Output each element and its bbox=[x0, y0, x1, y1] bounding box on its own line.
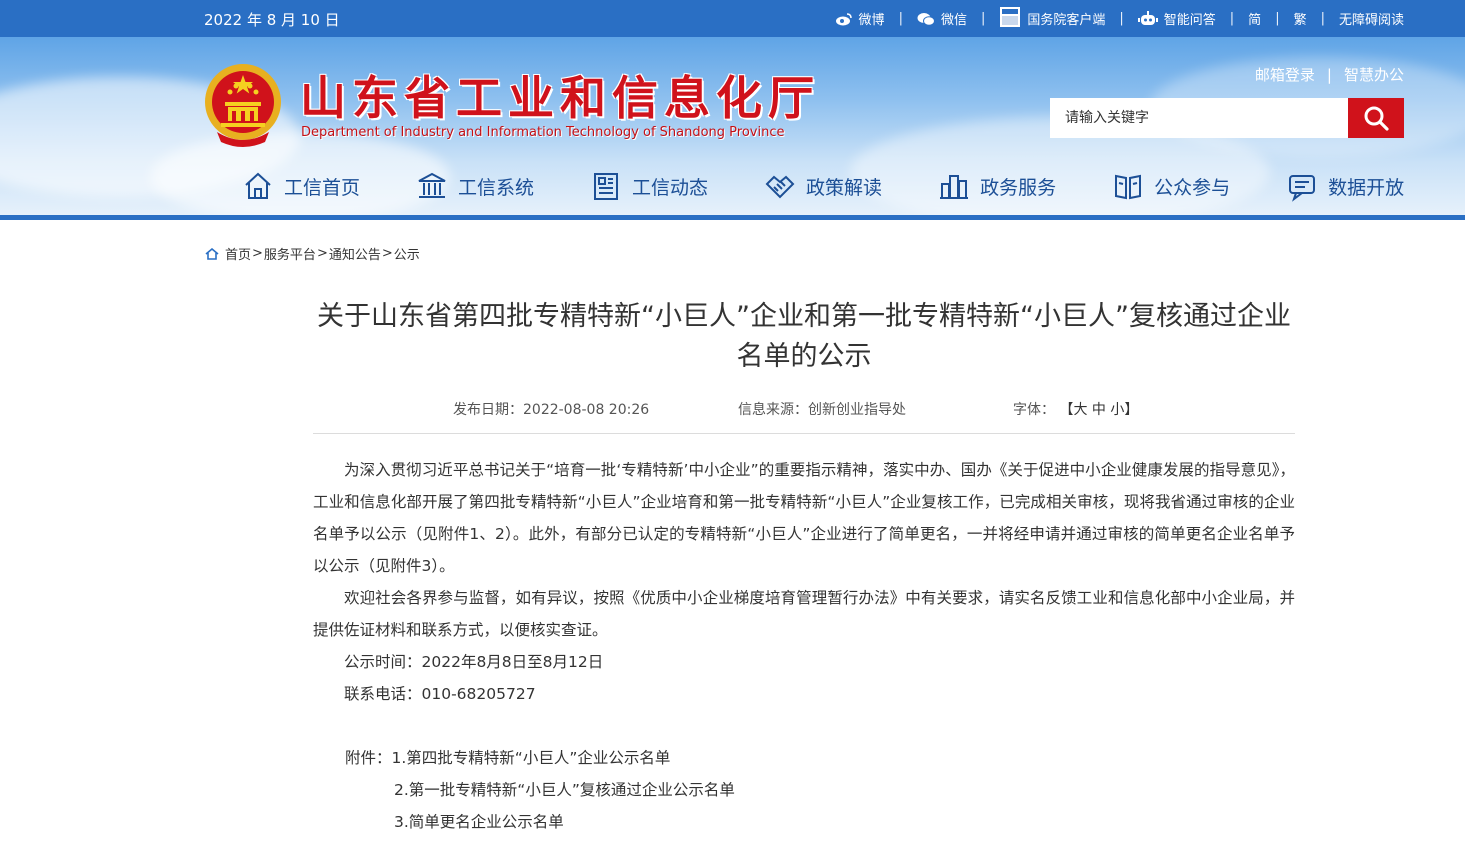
search-button[interactable] bbox=[1348, 98, 1404, 138]
traditional-link[interactable]: 繁 bbox=[1294, 9, 1307, 28]
info-source-value: 创新创业指导处 bbox=[808, 402, 906, 418]
smart-qa-label: 智能问答 bbox=[1163, 13, 1216, 28]
article-body: 为深入贯彻习近平总书记关于“培育一批‘专精特新’中小企业”的重要指示精神，落实中… bbox=[313, 454, 1295, 838]
attachment-row-1: 附件：1.第四批专精特新“小巨人”企业公示名单 bbox=[313, 742, 1295, 774]
font-small-button[interactable]: 小 bbox=[1110, 402, 1124, 418]
wechat-icon bbox=[917, 12, 935, 26]
home-icon bbox=[245, 172, 271, 199]
nav-item-system[interactable]: 工信系统 bbox=[416, 170, 534, 202]
weibo-label: 微博 bbox=[858, 13, 885, 28]
wechat-link[interactable]: 微信 bbox=[917, 9, 967, 28]
font-large-button[interactable]: 大 bbox=[1073, 402, 1087, 418]
attachment-link-1[interactable]: 1.第四批专精特新“小巨人”企业公示名单 bbox=[392, 749, 671, 767]
top-links: 微博 | 微信 | 国务院客户端 | 智能问答 | 简 | 繁 | 无障碍阅读 bbox=[835, 6, 1404, 28]
search-input[interactable] bbox=[1050, 98, 1348, 138]
search-icon bbox=[1364, 106, 1389, 131]
gov-client-label: 国务院客户端 bbox=[1027, 13, 1106, 28]
breadcrumb-publicity[interactable]: 公示 bbox=[394, 244, 420, 263]
nav-label: 数据开放 bbox=[1328, 176, 1405, 199]
top-bar: 2022 年 8 月 10 日 微博 | 微信 | 国务院客户端 | 智能问答 … bbox=[0, 0, 1465, 37]
handshake-icon bbox=[765, 175, 795, 199]
robot-icon bbox=[1137, 10, 1158, 25]
home-icon bbox=[205, 247, 219, 260]
search-bar bbox=[1050, 98, 1404, 138]
book-icon bbox=[1115, 174, 1142, 200]
message-icon bbox=[1289, 175, 1316, 202]
site-header: 山东省工业和信息化厅 Department of Industry and In… bbox=[0, 37, 1465, 215]
mail-login-link[interactable]: 邮箱登录 bbox=[1255, 64, 1315, 85]
paragraph-contact: 联系电话：010-68205727 bbox=[344, 685, 536, 703]
nav-item-news[interactable]: 工信动态 bbox=[590, 170, 708, 202]
article-title: 关于山东省第四批专精特新“小巨人”企业和第一批专精特新“小巨人”复核通过企业名单… bbox=[317, 301, 1291, 372]
nav-item-participation[interactable]: 公众参与 bbox=[1112, 170, 1230, 202]
paragraph-intro: 为深入贯彻习近平总书记关于“培育一批‘专精特新’中小企业”的重要指示精神，落实中… bbox=[313, 461, 1295, 575]
nav-label: 公众参与 bbox=[1154, 176, 1231, 199]
city-icon bbox=[940, 175, 969, 199]
attachment-row-3: 3.简单更名企业公示名单 bbox=[313, 806, 1295, 838]
weibo-icon bbox=[835, 12, 852, 25]
nav-label: 政务服务 bbox=[980, 176, 1057, 199]
attachment-link-3[interactable]: 3.简单更名企业公示名单 bbox=[394, 813, 564, 831]
paragraph-supervision: 欢迎社会各界参与监督，如有异议，按照《优质中小企业梯度培育管理暂行办法》中有关要… bbox=[313, 589, 1295, 639]
accessibility-link[interactable]: 无障碍阅读 bbox=[1339, 9, 1404, 28]
news-icon bbox=[594, 173, 619, 200]
smart-qa-link[interactable]: 智能问答 bbox=[1137, 9, 1216, 28]
nav-label: 政策解读 bbox=[806, 176, 883, 199]
nav-label: 工信系统 bbox=[458, 176, 535, 199]
simplified-link[interactable]: 简 bbox=[1248, 9, 1261, 28]
breadcrumb: 首页 > 服务平台 > 通知公告 > 公示 bbox=[205, 244, 420, 263]
nav-item-services[interactable]: 政务服务 bbox=[938, 170, 1056, 202]
nav-item-policy[interactable]: 政策解读 bbox=[764, 170, 882, 202]
font-size-control: 字体： 【大 中 小】 bbox=[1013, 399, 1138, 419]
nav-label: 工信动态 bbox=[632, 176, 709, 199]
gov-client-link[interactable]: 国务院客户端 bbox=[999, 6, 1106, 28]
building-icon bbox=[418, 172, 446, 198]
site-subtitle: Department of Industry and Information T… bbox=[301, 125, 785, 140]
attachment-row-2: 2.第一批专精特新“小巨人”复核通过企业公示名单 bbox=[313, 774, 1295, 806]
header-links: 邮箱登录 | 智慧办公 bbox=[1254, 64, 1404, 85]
nav-item-home[interactable]: 工信首页 bbox=[242, 170, 360, 202]
wechat-label: 微信 bbox=[940, 13, 967, 28]
current-date: 2022 年 8 月 10 日 bbox=[204, 11, 340, 29]
header-divider bbox=[0, 215, 1465, 220]
breadcrumb-service-platform[interactable]: 服务平台 bbox=[264, 244, 316, 263]
font-medium-button[interactable]: 中 bbox=[1092, 402, 1106, 418]
paragraph-period: 公示时间：2022年8月8日至8月12日 bbox=[344, 653, 604, 671]
site-title: 山东省工业和信息化厅 bbox=[300, 71, 820, 125]
publish-date-label: 发布日期： bbox=[453, 402, 523, 418]
font-bracket-close: 】 bbox=[1124, 402, 1139, 418]
main-nav: 工信首页 工信系统 工信动态 政策解读 政务服务 公众参与 数据开放 bbox=[242, 170, 1404, 202]
info-source-label: 信息来源： bbox=[738, 402, 808, 418]
publish-date-value: 2022-08-08 20:26 bbox=[523, 402, 650, 418]
title-divider bbox=[313, 433, 1295, 434]
font-size-label: 字体： bbox=[1013, 402, 1055, 418]
breadcrumb-notices[interactable]: 通知公告 bbox=[329, 244, 381, 263]
info-source: 信息来源：创新创业指导处 bbox=[738, 399, 906, 419]
font-bracket-open: 【 bbox=[1059, 402, 1074, 418]
national-emblem-logo bbox=[205, 64, 281, 147]
attachment-link-2[interactable]: 2.第一批专精特新“小巨人”复核通过企业公示名单 bbox=[394, 781, 735, 799]
nav-item-open-data[interactable]: 数据开放 bbox=[1286, 170, 1404, 202]
publish-date: 发布日期：2022-08-08 20:26 bbox=[453, 399, 649, 419]
breadcrumb-home[interactable]: 首页 bbox=[225, 244, 251, 263]
nav-label: 工信首页 bbox=[284, 176, 361, 199]
gov-client-icon bbox=[1000, 6, 1021, 27]
smart-office-link[interactable]: 智慧办公 bbox=[1344, 64, 1404, 85]
attachments-label: 附件： bbox=[345, 749, 392, 767]
weibo-link[interactable]: 微博 bbox=[835, 9, 885, 28]
